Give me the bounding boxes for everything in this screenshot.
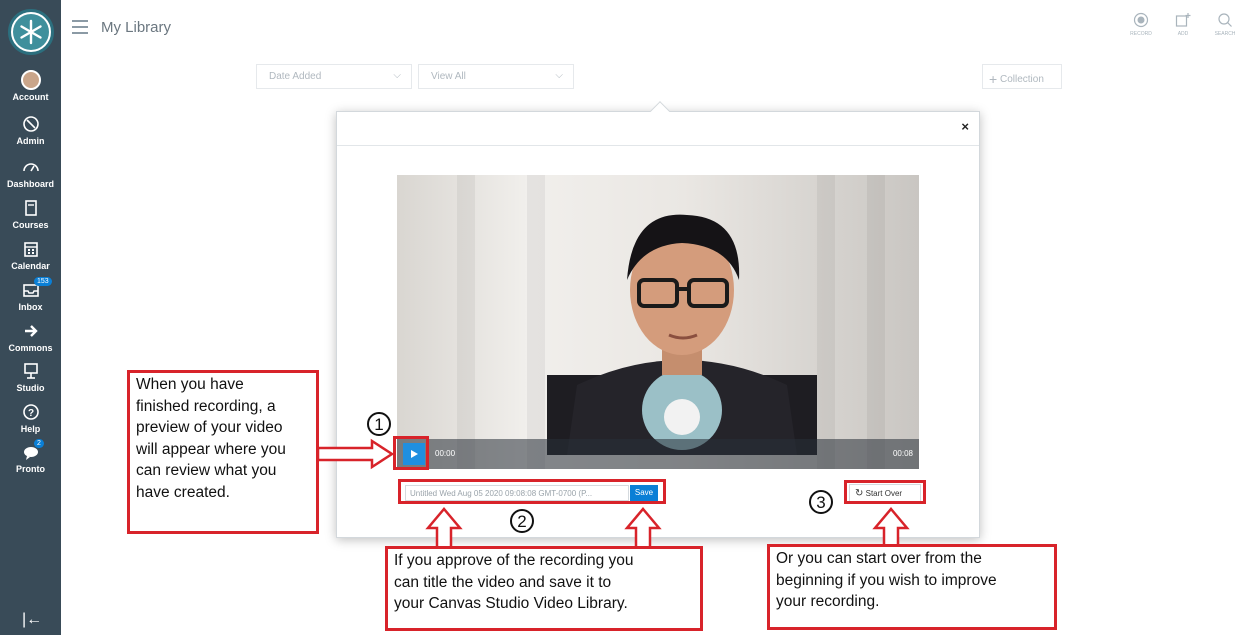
global-nav-sidebar: Account Admin Dashboard Courses Calendar… [0, 0, 61, 635]
sidebar-item-label: Courses [12, 220, 49, 230]
webcam-person-image [547, 214, 817, 455]
sidebar-item-pronto[interactable]: 2 Pronto [0, 439, 61, 474]
avatar [20, 70, 41, 90]
sidebar-item-label: Admin [16, 136, 45, 146]
hamburger-menu-icon[interactable] [72, 20, 88, 38]
chevron-down-icon: ⌵ [555, 70, 563, 81]
start-over-highlight [844, 480, 926, 504]
commons-icon [24, 325, 38, 337]
sidebar-item-courses[interactable]: Courses [0, 198, 61, 230]
view-dropdown-value: View All [431, 71, 466, 82]
view-dropdown[interactable]: View All ⌵ [418, 64, 574, 89]
modal-pointer [650, 101, 670, 121]
title-save-highlight [398, 479, 666, 504]
sidebar-item-commons[interactable]: Commons [0, 321, 61, 353]
step-number-1: 1 [367, 412, 391, 436]
record-button[interactable]: RECORD [1128, 12, 1154, 37]
snowflake-icon [20, 19, 42, 45]
close-button[interactable]: × [961, 119, 969, 134]
sidebar-item-label: Account [12, 92, 49, 102]
inbox-unread-badge: 153 [34, 277, 52, 286]
institution-logo[interactable] [8, 9, 54, 55]
chevron-down-icon: ⌵ [393, 70, 401, 81]
sidebar-item-dashboard[interactable]: Dashboard [0, 157, 61, 189]
dashboard-icon [22, 163, 39, 172]
sidebar-item-studio[interactable]: Studio [0, 361, 61, 393]
search-button[interactable]: SEARCH [1212, 12, 1238, 37]
current-time: 00:00 [435, 449, 456, 458]
callout-title-save: If you approve of the recording you can … [385, 546, 703, 631]
sidebar-item-account[interactable]: Account [0, 70, 61, 102]
play-button-highlight [393, 436, 429, 470]
shield-icon [22, 116, 39, 132]
video-preview[interactable]: 00:00 00:08 [397, 175, 919, 469]
add-media-button[interactable]: ADD [1170, 12, 1196, 37]
sidebar-item-label: Help [20, 424, 41, 434]
search-icon [1218, 13, 1232, 27]
callout-preview: When you have finished recording, a prev… [127, 370, 319, 534]
video-controls: 00:00 00:08 [397, 439, 919, 469]
record-label: RECORD [1130, 31, 1152, 37]
record-icon [1133, 12, 1149, 28]
sidebar-item-label: Calendar [11, 261, 50, 271]
top-actions: RECORD ADD SEARCH [1128, 12, 1238, 37]
recording-preview-modal: × 00:00 00:08 Untitled Wed Aug 05 2020 0… [336, 101, 980, 538]
page: Account Admin Dashboard Courses Calendar… [0, 0, 1244, 635]
sidebar-item-label: Pronto [16, 464, 45, 474]
studio-icon [23, 363, 38, 379]
sidebar-item-label: Inbox [18, 302, 43, 312]
step-number-3: 3 [809, 490, 833, 514]
plus-icon: + [989, 71, 998, 87]
search-label: SEARCH [1214, 31, 1236, 37]
sort-dropdown-value: Date Added [269, 71, 322, 82]
add-media-icon [1175, 13, 1191, 27]
sidebar-item-admin[interactable]: Admin [0, 114, 61, 146]
sidebar-item-help[interactable]: ? Help [0, 402, 61, 434]
sidebar-item-label: Commons [8, 343, 53, 353]
sidebar-item-label: Dashboard [6, 179, 54, 189]
collection-label: Collection [999, 74, 1044, 85]
svg-text:?: ? [27, 408, 33, 419]
page-title: My Library [101, 19, 172, 36]
sidebar-item-calendar[interactable]: Calendar [0, 239, 61, 271]
sidebar-item-label: Studio [16, 383, 45, 393]
pronto-badge: 2 [34, 439, 44, 448]
add-label: ADD [1177, 31, 1189, 37]
callout-start-over: Or you can start over from the beginning… [767, 544, 1057, 630]
modal-header-divider [337, 145, 979, 146]
add-collection-button[interactable]: + Collection [982, 64, 1062, 89]
collapse-nav-icon[interactable]: |← [22, 611, 42, 629]
sort-dropdown[interactable]: Date Added ⌵ [256, 64, 412, 89]
help-icon: ? [22, 404, 39, 420]
step-number-2: 2 [510, 509, 534, 533]
calendar-icon [23, 242, 38, 257]
book-icon [24, 200, 37, 216]
total-time: 00:08 [892, 449, 913, 458]
sidebar-item-inbox[interactable]: 153 Inbox [0, 277, 61, 312]
